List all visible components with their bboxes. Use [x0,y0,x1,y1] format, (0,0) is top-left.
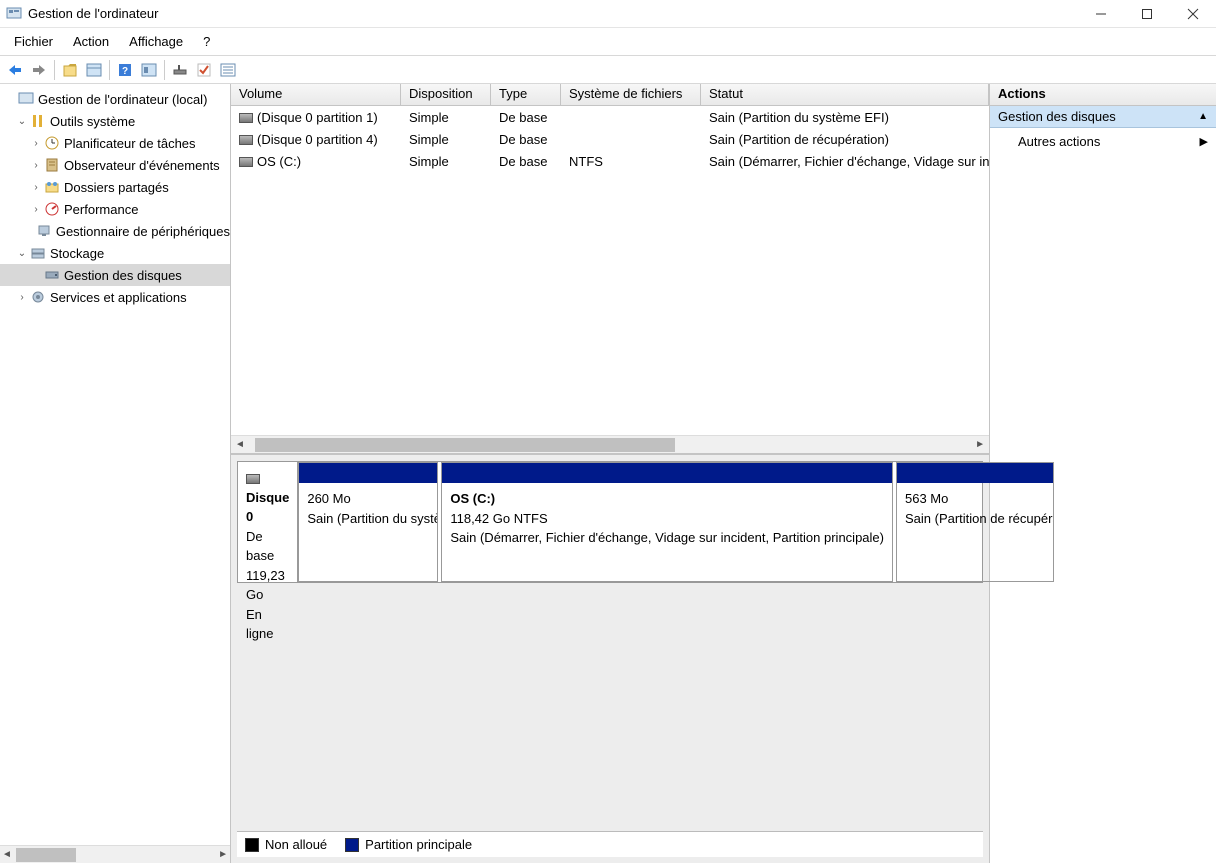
actions-section[interactable]: Gestion des disques ▲ [990,106,1216,128]
chevron-right-icon: ▶ [1200,135,1208,148]
maximize-button[interactable] [1124,0,1170,28]
disk-icon [239,157,253,167]
minimize-button[interactable] [1078,0,1124,28]
disk-icon [239,113,253,123]
settings-button[interactable] [138,59,160,81]
tree-services-apps-label: Services et applications [50,290,187,305]
tree-shared-folders-label: Dossiers partagés [64,180,169,195]
svg-text:?: ? [122,66,128,77]
menu-action[interactable]: Action [63,30,119,53]
col-volume[interactable]: Volume [231,84,401,105]
tree-root[interactable]: Gestion de l'ordinateur (local) [0,88,230,110]
tree-disk-management-label: Gestion des disques [64,268,182,283]
legend: Non alloué Partition principale [237,831,983,857]
disk-icon [239,135,253,145]
tree-event-viewer[interactable]: › Observateur d'événements [0,154,230,176]
disk-info: Disque 0 De base 119,23 Go En ligne [238,462,298,582]
menubar: Fichier Action Affichage ? [0,28,1216,56]
tree-root-label: Gestion de l'ordinateur (local) [38,92,207,107]
volume-row[interactable]: OS (C:) Simple De base NTFS Sain (Démarr… [231,150,989,172]
tree-services-apps[interactable]: › Services et applications [0,286,230,308]
disk-icon [246,474,260,484]
close-button[interactable] [1170,0,1216,28]
nav-forward-button[interactable] [28,59,50,81]
partition[interactable]: OS (C:) 118,42 Go NTFS Sain (Démarrer, F… [441,462,893,582]
volume-row[interactable]: (Disque 0 partition 1) Simple De base Sa… [231,106,989,128]
partition[interactable]: 260 Mo Sain (Partition du système EFI) [298,462,438,582]
tree-storage[interactable]: ⌄ Stockage [0,242,230,264]
col-layout[interactable]: Disposition [401,84,491,105]
disk-row[interactable]: Disque 0 De base 119,23 Go En ligne 260 … [237,461,983,583]
volume-row[interactable]: (Disque 0 partition 4) Simple De base Sa… [231,128,989,150]
properties-button[interactable] [59,59,81,81]
actions-more[interactable]: Autres actions ▶ [990,128,1216,155]
tree-task-scheduler-label: Planificateur de tâches [64,136,196,151]
menu-file[interactable]: Fichier [4,30,63,53]
tree-system-tools[interactable]: ⌄ Outils système [0,110,230,132]
volume-table: Volume Disposition Type Système de fichi… [231,84,989,454]
col-status[interactable]: Statut [701,84,989,105]
tree-performance[interactable]: › Performance [0,198,230,220]
list-button[interactable] [217,59,239,81]
tree-storage-label: Stockage [50,246,104,261]
legend-unallocated-swatch [245,838,259,852]
volume-table-header: Volume Disposition Type Système de fichi… [231,84,989,106]
tree-system-tools-label: Outils système [50,114,135,129]
tree-device-manager[interactable]: Gestionnaire de périphériques [0,220,230,242]
col-fs[interactable]: Système de fichiers [561,84,701,105]
view-button[interactable] [83,59,105,81]
tree-disk-management[interactable]: Gestion des disques [0,264,230,286]
volume-horizontal-scrollbar[interactable]: ◄► [231,435,989,453]
collapse-icon: ▲ [1198,111,1208,122]
tree-task-scheduler[interactable]: › Planificateur de tâches [0,132,230,154]
menu-view[interactable]: Affichage [119,30,193,53]
actions-panel: Actions Gestion des disques ▲ Autres act… [990,84,1216,863]
check-button[interactable] [193,59,215,81]
tree-event-viewer-label: Observateur d'événements [64,158,220,173]
tree-performance-label: Performance [64,202,138,217]
tree-shared-folders[interactable]: › Dossiers partagés [0,176,230,198]
app-icon [6,6,22,22]
nav-back-button[interactable] [4,59,26,81]
help-button[interactable]: ? [114,59,136,81]
actions-header: Actions [990,84,1216,106]
tree-horizontal-scrollbar[interactable]: ◄► [0,845,230,863]
titlebar: Gestion de l'ordinateur [0,0,1216,28]
col-type[interactable]: Type [491,84,561,105]
tree-device-manager-label: Gestionnaire de périphériques [56,224,230,239]
nav-tree: Gestion de l'ordinateur (local) ⌄ Outils… [0,84,231,863]
window-title: Gestion de l'ordinateur [28,6,1078,21]
menu-help[interactable]: ? [193,30,220,53]
toolbar: ? [0,56,1216,84]
legend-primary-swatch [345,838,359,852]
disk-graphical-panel: Disque 0 De base 119,23 Go En ligne 260 … [231,454,989,863]
refresh-button[interactable] [169,59,191,81]
